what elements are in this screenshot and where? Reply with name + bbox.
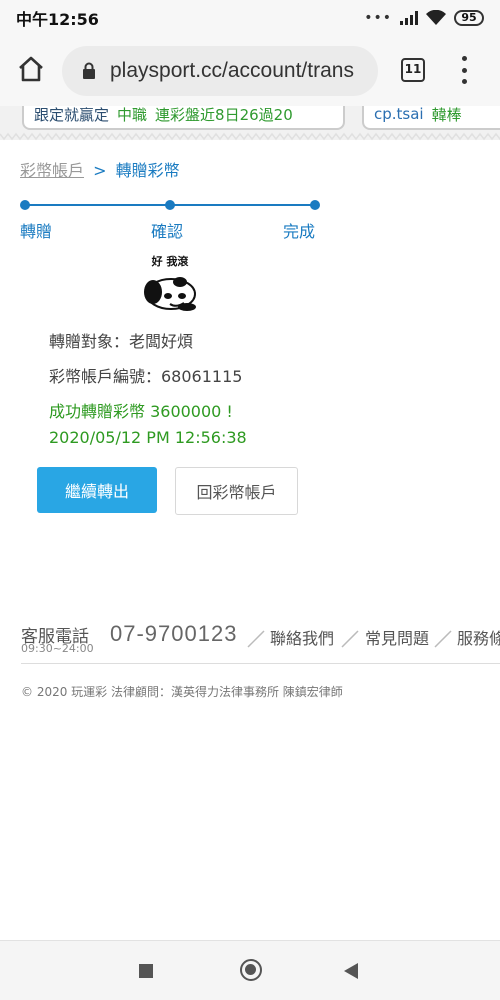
transfer-timestamp: 2020/05/12 PM 12:56:38 <box>49 428 247 447</box>
recent-apps-icon[interactable] <box>139 964 153 978</box>
step-label-transfer: 轉贈 <box>20 222 53 241</box>
tab-switcher-button[interactable]: 11 <box>401 58 425 82</box>
browser-toolbar: playsport.cc/account/trans 11 <box>0 36 500 106</box>
promo-league: 中職 <box>117 106 148 124</box>
footer-divider <box>434 630 452 648</box>
system-navigation-bar <box>0 940 500 1000</box>
address-bar[interactable]: playsport.cc/account/trans <box>62 46 378 96</box>
sticker-caption: 好 我滾 <box>151 254 190 268</box>
breadcrumb-separator: > <box>93 161 107 180</box>
home-icon[interactable] <box>16 54 46 84</box>
step-dot-transfer <box>20 200 30 210</box>
url-text: playsport.cc/account/trans <box>110 59 354 82</box>
dots-icon: ••• <box>364 10 392 26</box>
back-icon[interactable] <box>344 963 358 979</box>
footer-divider <box>247 630 265 648</box>
panda-meme-icon: 好 我滾 <box>144 254 196 311</box>
breadcrumb-link-coin-account[interactable]: 彩幣帳戶 <box>20 161 84 180</box>
footer-divider-line <box>21 663 500 664</box>
signal-icon <box>400 11 418 25</box>
footer-link-contact[interactable]: 聯絡我們 <box>270 625 334 649</box>
status-time: 中午12:56 <box>16 10 99 29</box>
back-to-coin-account-button[interactable]: 回彩幣帳戶 <box>175 467 298 515</box>
footer-link-terms[interactable]: 服務條 <box>457 625 500 649</box>
promo-label: 跟定就贏定 <box>34 106 110 124</box>
step-label-complete: 完成 <box>283 222 316 241</box>
customer-service-phone[interactable]: 07-9700123 <box>110 621 237 647</box>
battery-icon: 95 <box>454 10 484 26</box>
wifi-icon <box>426 10 446 25</box>
breadcrumb: 彩幣帳戶 > 轉贈彩幣 <box>20 157 180 181</box>
step-dot-confirm <box>165 200 175 210</box>
footer-link-faq[interactable]: 常見問題 <box>365 625 429 649</box>
continue-transfer-button[interactable]: 繼續轉出 <box>37 467 157 513</box>
footer-divider <box>341 630 359 648</box>
promo-card-user[interactable]: cp.tsai 韓棒 <box>362 106 500 130</box>
promo-streak: 連彩盤近8日26過20 <box>155 106 293 124</box>
promo-pick: 韓棒 <box>431 106 462 124</box>
promo-user: cp.tsai <box>374 106 424 123</box>
step-dot-complete <box>310 200 320 210</box>
recipient-text: 轉贈對象：老闆好煩 <box>49 332 194 351</box>
home-nav-icon[interactable] <box>240 959 262 981</box>
success-message: 成功轉贈彩幣 3600000 ! <box>49 402 233 421</box>
customer-service-hours: 09:30~24:00 <box>21 642 94 655</box>
banner-divider <box>0 132 500 141</box>
status-icons: ••• 95 <box>364 10 484 26</box>
menu-icon[interactable] <box>458 56 470 84</box>
breadcrumb-current: 轉贈彩幣 <box>115 161 180 180</box>
account-number-text: 彩幣帳戶編號：68061115 <box>49 367 243 386</box>
step-label-confirm: 確認 <box>151 222 184 241</box>
lock-icon <box>83 62 95 79</box>
progress-stepper: 轉贈 確認 完成 <box>20 198 320 241</box>
status-bar: 中午12:56 ••• 95 <box>0 0 500 36</box>
copyright-text: © 2020 玩運彩 法律顧問：漢英得力法律事務所 陳鎮宏律師 <box>21 685 343 699</box>
promo-card-predictor[interactable]: 跟定就贏定 中職 連彩盤近8日26過20 <box>22 106 345 130</box>
